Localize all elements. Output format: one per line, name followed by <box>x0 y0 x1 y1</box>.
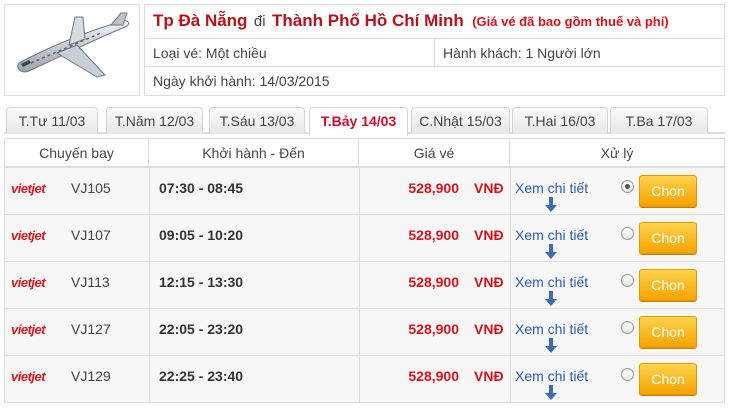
flight-code: VJ129 <box>71 368 111 384</box>
arrow-down-icon[interactable] <box>545 291 557 306</box>
tab-date-12-03[interactable]: T.Năm 12/03 <box>106 107 203 134</box>
choose-flight-button[interactable]: Chọn <box>639 316 697 348</box>
ticket-info-row: Loại vé: Một chiều Hành khách: 1 Người l… <box>145 39 724 67</box>
flight-time: 12:15 - 13:30 <box>159 274 244 290</box>
airplane-icon <box>17 12 130 78</box>
date-tabs: T.Tư 11/03 T.Năm 12/03 T.Sáu 13/03 T.Bảy… <box>4 104 725 136</box>
table-row: vietjet VJ107 09:05 - 10:20 528,900 VNĐ … <box>4 215 725 262</box>
route-connector: đi <box>253 13 266 30</box>
from-city: Tp Đà Nẵng <box>153 11 248 30</box>
flight-code: VJ105 <box>71 180 111 196</box>
departure-date: Ngày khởi hành: 14/03/2015 <box>153 73 330 89</box>
to-city: Thành Phố Hồ Chí Minh <box>272 11 464 30</box>
table-row: vietjet VJ127 22:05 - 23:20 528,900 VNĐ … <box>4 309 725 356</box>
tab-date-15-03[interactable]: C.Nhật 15/03 <box>411 107 510 134</box>
flights-table: Chuyến bay Khởi hành - Đến Giá vé Xử lý … <box>4 138 725 403</box>
price-currency: VNĐ <box>474 368 504 384</box>
ticket-type: Loại vé: Một chiều <box>145 39 435 66</box>
plane-image-box <box>4 4 140 96</box>
choose-flight-button[interactable]: Chọn <box>639 175 697 207</box>
flight-code: VJ107 <box>71 227 111 243</box>
view-detail-link[interactable]: Xem chi tiết <box>515 274 588 290</box>
tab-date-17-03[interactable]: T.Ba 17/03 <box>610 107 708 134</box>
col-header-price: Giá vé <box>359 139 510 166</box>
price-currency: VNĐ <box>474 227 504 243</box>
price-currency: VNĐ <box>474 274 504 290</box>
vietjet-logo: vietjet <box>11 228 46 243</box>
flight-time: 22:05 - 23:20 <box>159 321 244 337</box>
flight-code: VJ127 <box>71 321 111 337</box>
col-header-time: Khởi hành - Đến <box>149 139 359 166</box>
price-currency: VNĐ <box>474 321 504 337</box>
flight-time: 09:05 - 10:20 <box>159 227 244 243</box>
table-row: vietjet VJ129 22:25 - 23:40 528,900 VNĐ … <box>4 356 725 403</box>
choose-flight-button[interactable]: Chọn <box>639 363 697 395</box>
view-detail-link[interactable]: Xem chi tiết <box>515 227 588 243</box>
select-flight-radio[interactable] <box>621 227 634 240</box>
flight-search-header: Tp Đà Nẵng đi Thành Phố Hồ Chí Minh (Giá… <box>4 4 725 96</box>
flight-price: 528,900 <box>408 274 459 290</box>
vietjet-logo: vietjet <box>11 322 46 337</box>
flight-price: 528,900 <box>408 321 459 337</box>
flight-time: 22:25 - 23:40 <box>159 368 244 384</box>
arrow-down-icon[interactable] <box>545 385 557 400</box>
price-note: (Giá vé đã bao gồm thuế và phí) <box>472 14 669 29</box>
flight-price: 528,900 <box>408 180 459 196</box>
arrow-down-icon[interactable] <box>545 338 557 353</box>
flight-time: 07:30 - 08:45 <box>159 180 244 196</box>
choose-flight-button[interactable]: Chọn <box>639 222 697 254</box>
passenger-count: Hành khách: 1 Người lớn <box>443 45 601 61</box>
select-flight-radio[interactable] <box>621 321 634 334</box>
view-detail-link[interactable]: Xem chi tiết <box>515 368 588 384</box>
flight-price: 528,900 <box>408 227 459 243</box>
table-header: Chuyến bay Khởi hành - Đến Giá vé Xử lý <box>4 138 725 168</box>
flight-code: VJ113 <box>71 274 110 290</box>
select-flight-radio[interactable] <box>621 274 634 287</box>
col-header-action: Xử lý <box>600 145 634 161</box>
vietjet-logo: vietjet <box>11 275 46 290</box>
vietjet-logo: vietjet <box>11 181 46 196</box>
arrow-down-icon[interactable] <box>545 244 557 259</box>
route-title: Tp Đà Nẵng đi Thành Phố Hồ Chí Minh (Giá… <box>145 5 724 39</box>
tab-date-13-03[interactable]: T.Sáu 13/03 <box>209 107 305 134</box>
tab-date-11-03[interactable]: T.Tư 11/03 <box>6 107 98 134</box>
select-flight-radio[interactable] <box>621 368 634 381</box>
flight-info-panel: Tp Đà Nẵng đi Thành Phố Hồ Chí Minh (Giá… <box>144 4 725 96</box>
col-header-flight: Chuyến bay <box>5 139 149 166</box>
view-detail-link[interactable]: Xem chi tiết <box>515 321 588 337</box>
table-row: vietjet VJ113 12:15 - 13:30 528,900 VNĐ … <box>4 262 725 309</box>
vietjet-logo: vietjet <box>11 369 46 384</box>
tab-date-14-03[interactable]: T.Bảy 14/03 <box>309 107 408 136</box>
choose-flight-button[interactable]: Chọn <box>639 269 697 301</box>
flight-price: 528,900 <box>408 368 459 384</box>
table-row: vietjet VJ105 07:30 - 08:45 528,900 VNĐ … <box>4 168 725 215</box>
arrow-down-icon[interactable] <box>545 197 557 212</box>
select-flight-radio[interactable] <box>621 180 634 193</box>
price-currency: VNĐ <box>474 180 504 196</box>
tab-date-16-03[interactable]: T.Hai 16/03 <box>512 107 608 134</box>
view-detail-link[interactable]: Xem chi tiết <box>515 180 588 196</box>
